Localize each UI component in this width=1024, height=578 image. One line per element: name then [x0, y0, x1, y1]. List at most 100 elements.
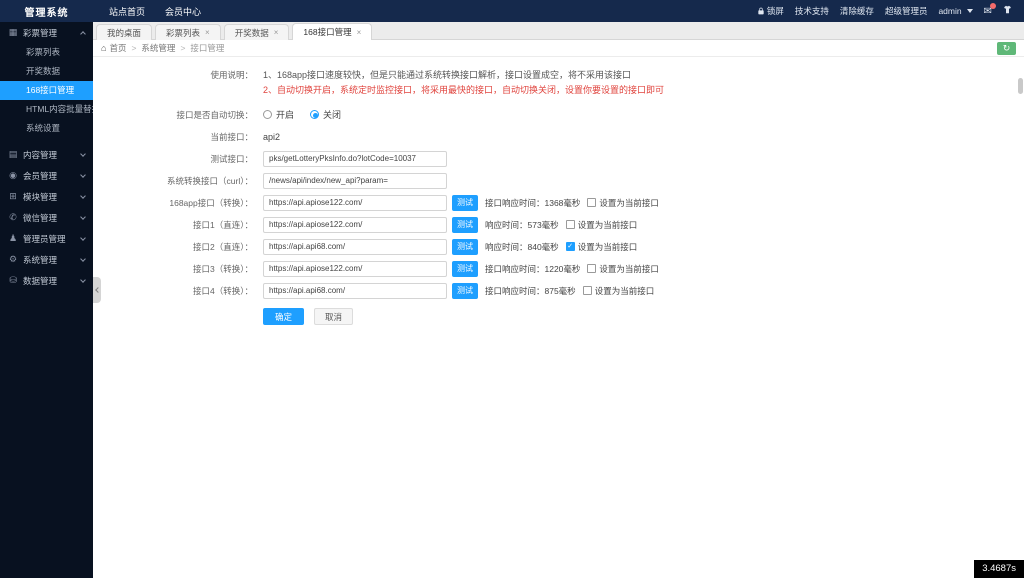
api-url-input[interactable] — [263, 239, 447, 255]
top-nav: 站点首页 会员中心 — [109, 5, 201, 18]
response-time-text: 接口响应时间：1220毫秒 — [485, 263, 580, 275]
sidebar-groups: ▤ 内容管理 ◉ 会员管理 ⊞ 模块管理 ✆ 微信管理 ♟ 管理员管理 ⚙ 系统… — [0, 144, 93, 291]
sidebar-group-wechat[interactable]: ✆ 微信管理 — [0, 207, 93, 228]
set-current-checkbox[interactable] — [566, 220, 575, 229]
sidebar-collapse-handle[interactable] — [93, 277, 101, 303]
chevron-down-icon — [80, 151, 86, 157]
test-button[interactable]: 测试 — [452, 283, 478, 299]
notification-badge — [990, 3, 996, 9]
test-button[interactable]: 测试 — [452, 195, 478, 211]
api-url-input[interactable] — [263, 217, 447, 233]
radio-option-off[interactable]: 关闭 — [310, 108, 341, 121]
current-api-label: 当前接口： — [93, 130, 253, 143]
refresh-button[interactable]: ↻ — [997, 42, 1016, 55]
usage-row: 使用说明： 1、168app接口速度较快，但是只能通过系统转换接口解析，接口设置… — [93, 68, 1024, 98]
set-current-label: 设置为当前接口 — [578, 219, 638, 231]
home-icon: ⌂ — [101, 43, 106, 53]
app-logo: 管理系统 — [0, 4, 93, 19]
response-time-text: 响应时间：573毫秒 — [485, 219, 559, 231]
breadcrumb-separator: > — [180, 43, 185, 53]
breadcrumb-system[interactable]: 系统管理 — [141, 42, 175, 54]
sidebar-group-label: 数据管理 — [23, 275, 76, 287]
convert-api-input[interactable] — [263, 173, 447, 189]
auto-switch-label: 接口是否自动切换： — [93, 108, 253, 121]
test-api-row: 测试接口： — [93, 150, 1024, 167]
radio-icon — [263, 110, 272, 119]
tab-168-api[interactable]: 168接口管理 × — [292, 23, 372, 40]
lock-screen-button[interactable]: 锁屏 — [757, 5, 784, 17]
sidebar-item-system-settings[interactable]: 系统设置 — [0, 119, 93, 138]
api-row-label: 接口4（转换）： — [93, 284, 253, 297]
set-current-checkbox[interactable] — [587, 264, 596, 273]
sidebar-group-members[interactable]: ◉ 会员管理 — [0, 165, 93, 186]
tab-my-desktop[interactable]: 我的桌面 — [96, 24, 152, 40]
test-button[interactable]: 测试 — [452, 261, 478, 277]
api-row-label: 168app接口（转换）： — [93, 196, 253, 209]
sidebar-item-html-replace[interactable]: HTML内容批量替换 — [0, 100, 93, 119]
sidebar-group-label: 微信管理 — [23, 212, 76, 224]
close-icon[interactable]: × — [205, 28, 210, 37]
sidebar-group-data[interactable]: ⛁ 数据管理 — [0, 270, 93, 291]
chevron-down-icon — [80, 193, 86, 199]
close-icon[interactable]: × — [274, 28, 279, 37]
response-time-text: 接口响应时间：875毫秒 — [485, 285, 576, 297]
api-row-4: 接口4（转换）： 测试 接口响应时间：875毫秒 设置为当前接口 — [93, 282, 1024, 299]
test-button[interactable]: 测试 — [452, 239, 478, 255]
close-icon[interactable]: × — [357, 28, 362, 37]
database-icon: ⛁ — [8, 275, 18, 286]
sidebar-group-system[interactable]: ⚙ 系统管理 — [0, 249, 93, 270]
main-area: 我的桌面 彩票列表 × 开奖数据 × 168接口管理 × ⌂ 首页 > 系统管理… — [93, 22, 1024, 578]
radio-option-on[interactable]: 开启 — [263, 108, 294, 121]
sidebar-item-168-api[interactable]: 168接口管理 — [0, 81, 93, 100]
tab-lottery-list[interactable]: 彩票列表 × — [155, 24, 221, 40]
set-current-checkbox[interactable] — [587, 198, 596, 207]
nav-site-home[interactable]: 站点首页 — [109, 5, 145, 18]
tab-draw-data[interactable]: 开奖数据 × — [224, 24, 290, 40]
usage-line-2: 2、自动切换开启，系统定时监控接口，将采用最快的接口，自动切换关闭，设置你要设置… — [263, 83, 664, 98]
breadcrumb-separator: > — [131, 43, 136, 53]
convert-api-label: 系统转换接口（curl）： — [93, 174, 253, 187]
sidebar-group-lottery[interactable]: ▦ 彩票管理 — [0, 22, 93, 43]
set-current-label: 设置为当前接口 — [599, 263, 659, 275]
member-icon: ◉ — [8, 170, 18, 181]
sidebar-group-content[interactable]: ▤ 内容管理 — [0, 144, 93, 165]
set-current-checkbox-checked[interactable]: ✓ — [566, 242, 575, 251]
sidebar-group-label: 内容管理 — [23, 149, 76, 161]
response-time-text: 接口响应时间：1368毫秒 — [485, 197, 580, 209]
sidebar-item-draw-data[interactable]: 开奖数据 — [0, 62, 93, 81]
api-url-input[interactable] — [263, 195, 447, 211]
sidebar-group-label: 会员管理 — [23, 170, 76, 182]
chevron-down-icon — [80, 172, 86, 178]
sidebar-item-lottery-list[interactable]: 彩票列表 — [0, 43, 93, 62]
check-icon: ✓ — [567, 243, 573, 250]
nav-member-center[interactable]: 会员中心 — [165, 5, 201, 18]
sidebar-group-label: 管理员管理 — [23, 233, 76, 245]
current-api-value: api2 — [263, 132, 280, 142]
set-current-checkbox[interactable] — [583, 286, 592, 295]
test-api-input[interactable] — [263, 151, 447, 167]
theme-button[interactable] — [1003, 5, 1012, 17]
cancel-button[interactable]: 取消 — [314, 308, 353, 325]
test-button[interactable]: 测试 — [452, 217, 478, 233]
api-url-input[interactable] — [263, 261, 447, 277]
messages-button[interactable]: ✉ — [984, 6, 992, 17]
api-row-label: 接口2（直连）： — [93, 240, 253, 253]
sidebar-group-admins[interactable]: ♟ 管理员管理 — [0, 228, 93, 249]
sidebar-group-modules[interactable]: ⊞ 模块管理 — [0, 186, 93, 207]
tab-label: 我的桌面 — [107, 27, 141, 39]
topbar: 管理系统 站点首页 会员中心 锁屏 技术支持 清除缓存 超级管理员 admin … — [0, 0, 1024, 22]
user-dropdown[interactable]: admin — [938, 6, 972, 16]
form-actions: 确定 取消 — [263, 308, 1024, 325]
sidebar: ▦ 彩票管理 彩票列表 开奖数据 168接口管理 HTML内容批量替换 系统设置… — [0, 22, 93, 578]
tech-support-link[interactable]: 技术支持 — [795, 5, 829, 17]
api-url-input[interactable] — [263, 283, 447, 299]
confirm-button[interactable]: 确定 — [263, 308, 304, 325]
api-row-3: 接口3（转换）： 测试 接口响应时间：1220毫秒 设置为当前接口 — [93, 260, 1024, 277]
breadcrumb-home[interactable]: 首页 — [109, 42, 126, 54]
sidebar-group-label: 彩票管理 — [23, 27, 76, 39]
tab-label: 开奖数据 — [235, 27, 269, 39]
clear-cache-button[interactable]: 清除缓存 — [840, 5, 874, 17]
scrollbar-thumb[interactable] — [1018, 78, 1023, 94]
current-api-row: 当前接口： api2 — [93, 128, 1024, 145]
convert-api-row: 系统转换接口（curl）： — [93, 172, 1024, 189]
